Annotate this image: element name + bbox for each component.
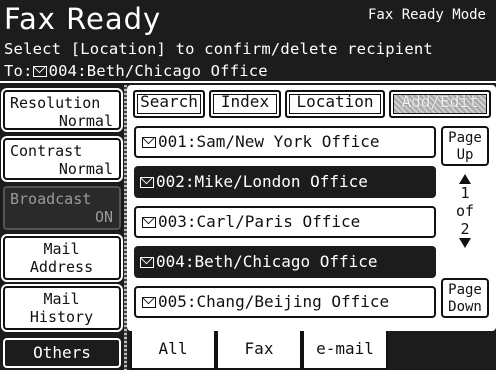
header-divider xyxy=(0,81,496,83)
resolution-label: Resolution xyxy=(10,94,101,112)
contrast-label: Contrast xyxy=(10,142,83,160)
triangle-up-icon xyxy=(459,174,471,184)
envelope-icon xyxy=(32,66,47,77)
resolution-value: Normal xyxy=(58,112,113,130)
tab-fax[interactable]: Fax xyxy=(216,331,302,370)
page-up-button[interactable]: Page Up xyxy=(441,126,489,166)
others-button[interactable]: Others xyxy=(3,338,121,368)
envelope-icon xyxy=(142,217,156,228)
tab-search[interactable]: Search xyxy=(133,90,205,118)
to-label: To: xyxy=(4,62,33,80)
recipient-row-001[interactable]: 001:Sam/New York Office xyxy=(134,126,436,158)
mail-address-line2: Address xyxy=(29,258,94,276)
triangle-down-icon xyxy=(459,238,471,248)
recipient-label: 004:Beth/Chicago Office xyxy=(156,252,378,271)
bottom-bar-fill xyxy=(388,331,496,370)
tab-add-edit[interactable]: Add/Edit xyxy=(389,90,491,118)
recipient-row-002[interactable]: 002:Mike/London Office xyxy=(134,166,436,198)
page-down-button[interactable]: Page Down xyxy=(441,278,489,318)
broadcast-value: ON xyxy=(94,208,113,226)
envelope-icon xyxy=(142,137,156,148)
mode-indicator: Fax Ready Mode xyxy=(367,7,486,23)
mail-history-line1: Mail xyxy=(43,290,80,308)
recipient-label: 001:Sam/New York Office xyxy=(158,132,380,151)
page-down-line2: Down xyxy=(448,299,482,315)
recipient-label: 005:Chang/Beijing Office xyxy=(158,292,390,311)
recipient-row-005[interactable]: 005:Chang/Beijing Office xyxy=(134,286,436,318)
page-of-label: of xyxy=(455,202,475,220)
tab-email[interactable]: e-mail xyxy=(302,331,388,370)
mail-history-button[interactable]: Mail History xyxy=(3,286,121,330)
tab-index[interactable]: Index xyxy=(209,90,281,118)
resolution-button[interactable]: Resolution Normal xyxy=(3,90,121,130)
page-down-line1: Page xyxy=(448,282,482,298)
page-up-line1: Page xyxy=(448,130,482,146)
page-up-line2: Up xyxy=(456,147,474,163)
mail-address-button[interactable]: Mail Address xyxy=(3,236,121,280)
current-page: 1 xyxy=(460,184,470,202)
tab-location[interactable]: Location xyxy=(285,90,385,118)
envelope-icon xyxy=(140,177,154,188)
envelope-icon xyxy=(142,297,156,308)
recipient-row-003[interactable]: 003:Carl/Paris Office xyxy=(134,206,436,238)
to-value: 004:Beth/Chicago Office xyxy=(48,62,268,80)
recipient-line: To: 004:Beth/Chicago Office xyxy=(4,62,268,81)
instruction-text: Select [Location] to confirm/delete reci… xyxy=(4,40,433,58)
contrast-button[interactable]: Contrast Normal xyxy=(3,138,121,180)
recipient-label: 003:Carl/Paris Office xyxy=(158,212,361,231)
recipient-row-004[interactable]: 004:Beth/Chicago Office xyxy=(134,246,436,278)
broadcast-button[interactable]: Broadcast ON xyxy=(3,186,121,230)
contrast-value: Normal xyxy=(58,160,113,178)
screen-title: Fax Ready xyxy=(4,2,162,36)
page-indicator: 1 of 2 xyxy=(441,174,489,248)
total-pages: 2 xyxy=(460,220,470,238)
mail-history-line2: History xyxy=(29,308,94,326)
envelope-icon xyxy=(140,257,154,268)
recipient-label: 002:Mike/London Office xyxy=(156,172,368,191)
mail-address-line1: Mail xyxy=(43,240,80,258)
broadcast-label: Broadcast xyxy=(10,190,92,208)
tab-all[interactable]: All xyxy=(130,331,216,370)
